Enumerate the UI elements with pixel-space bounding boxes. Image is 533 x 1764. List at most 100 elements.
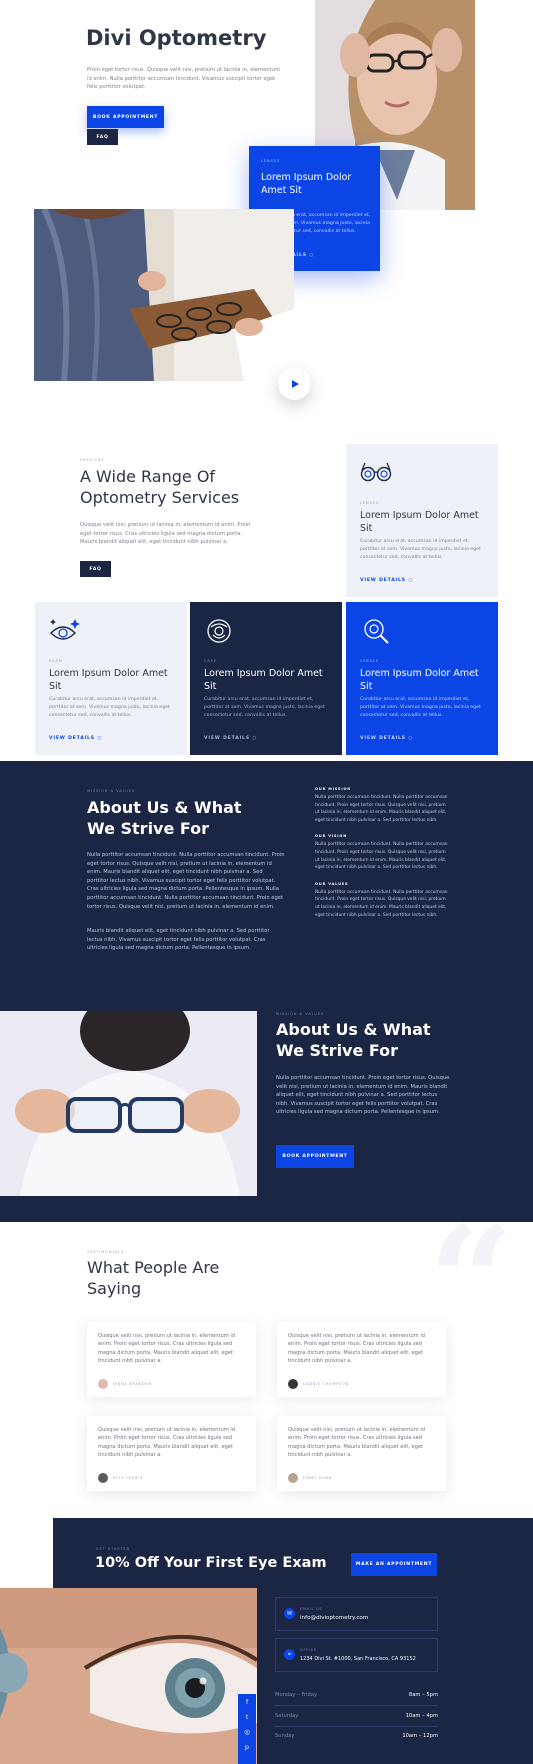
make-appointment-button[interactable]: MAKE AN APPOINTMENT [351,1553,437,1576]
office-label: OFFICE [300,1648,317,1652]
magnifier-icon [364,619,389,644]
pinterest-icon[interactable]: p [238,1739,256,1754]
about-section: MISSION & VALUES About Us & What We Stri… [0,761,533,1222]
testimonial-card: Quisque velit nisi, pretium ut lacinia i… [87,1322,256,1397]
facebook-icon[interactable]: f [238,1694,256,1709]
testimonial-name: KYLE FERRIS [113,1476,144,1480]
about-text-1: Nulla porttitor accumsan tincidunt. Null… [87,852,285,910]
about2-text: Nulla porttitor accumsan tincidunt. Proi… [276,1075,450,1116]
avatar [98,1473,108,1483]
service-card-title: Lorem Ipsum Dolor Amet Sit [204,668,323,692]
about-book-appointment-button[interactable]: BOOK APPOINTMENT [276,1145,354,1168]
service-card-eyebrow: LENSES [360,659,380,663]
service-card-lenses-2: LENSES Lorem Ipsum Dolor Amet Sit Curabi… [346,602,498,755]
about-text-2: Mauris blandit aliquet elit, eget tincid… [87,928,270,952]
twitter-icon[interactable]: t [238,1709,256,1724]
book-appointment-button[interactable]: BOOK APPOINTMENT [87,106,164,128]
circle-arrow-icon: ○ [408,736,414,741]
contact-lens-icon [207,619,231,643]
circle-arrow-icon: ○ [97,736,103,741]
hours-time: 10am – 12pm [402,1733,438,1739]
service-card-link[interactable]: VIEW DETAILS ○ [49,736,102,741]
testimonial-text: Quisque velit nisi, pretium ut lacinia i… [288,1333,425,1365]
instagram-icon[interactable]: ◎ [238,1724,256,1739]
hero-card-title: Lorem Ipsum Dolor Amet Sit [261,172,352,196]
map-pin-icon: ⌖ [284,1649,295,1660]
service-card-text: Curabitur arcu erat, accumsan id imperdi… [49,697,170,718]
cta-title: 10% Off Your First Eye Exam [95,1555,327,1571]
avatar [288,1473,298,1483]
hours-time: 8am – 5pm [408,1692,438,1698]
service-card-title: Lorem Ipsum Dolor Amet Sit [360,668,479,692]
glasses-held-photo [0,1011,257,1196]
testimonial-name: JENNA BRANDEN [113,1382,152,1386]
hours-row: Saturday 10am – 4pm [275,1707,438,1727]
avatar [288,1379,298,1389]
hero-title: Divi Optometry [86,26,267,50]
service-card-title: Lorem Ipsum Dolor Amet Sit [360,510,479,534]
hours-day: Sunday [275,1733,295,1739]
circle-arrow-icon: ○ [309,253,315,258]
email-label: EMAIL US [300,1607,323,1611]
testimonial-name: JIMMY DUNN [303,1476,333,1480]
testimonial-card: Quisque velit nisi, pretium ut lacinia i… [277,1322,446,1397]
service-card-text: Curabitur arcu erat, accumsan id imperdi… [360,697,481,718]
testimonial-card: Quisque velit nisi, pretium ut lacinia i… [277,1416,446,1491]
about-eyebrow: MISSION & VALUES [87,789,136,793]
office-address: 1234 Divi St. #1000, San Francisco, CA 9… [300,1656,416,1662]
about2-title: About Us & What We Strive For [276,1020,431,1060]
service-card-text: Curabitur arcu erat, accumsan id imperdi… [204,697,325,718]
service-card-lenses: LENSES Lorem Ipsum Dolor Amet Sit Curabi… [346,444,498,597]
vision-text: Nulla porttitor accumsan tincidunt. Null… [315,842,448,871]
service-card-text: Curabitur arcu erat, accumsan id imperdi… [360,539,481,560]
vision-label: OUR VISION [315,834,348,839]
office-box: ⌖ OFFICE 1234 Divi St. #1000, San Franci… [275,1638,438,1672]
email-box: ✉ EMAIL US info@divioptometry.com [275,1597,438,1631]
service-card-eyebrow: CARE [204,659,218,663]
values-label: OUR VALUES [315,881,349,886]
avatar [98,1379,108,1389]
testimonial-text: Quisque velit nisi, pretium ut lacinia i… [98,1333,235,1365]
service-card-exam: EXAM Lorem Ipsum Dolor Amet Sit Curabitu… [35,602,187,755]
mission-text: Nulla porttitor accumsan tincidunt. Null… [315,795,448,823]
hours-row: Monday – Friday 8am – 5pm [275,1686,438,1706]
services-text: Quisque velit nisi, pretium ut lacinia i… [80,522,251,546]
values-text: Nulla porttitor accumsan tincidunt. Null… [315,889,448,918]
services-eyebrow: SERVICES [80,458,105,462]
service-card-care: CARE Lorem Ipsum Dolor Amet Sit Curabitu… [190,602,342,755]
faq-button[interactable]: FAQ [87,129,118,145]
testimonial-name: DANNIE THOMPSON [303,1382,349,1386]
optician-photo [34,209,294,381]
services-faq-button[interactable]: FAQ [80,561,111,577]
eye-exam-icon [50,619,80,640]
service-card-eyebrow: LENSES [360,501,380,505]
testimonial-card: Quisque velit nisi, pretium ut lacinia i… [87,1416,256,1491]
mission-label: OUR MISSION [315,787,352,791]
envelope-icon: ✉ [284,1608,295,1619]
hero-text: Proin eget tortor risus. Quisque velit n… [87,67,280,91]
hero-card-eyebrow: LENSES [261,159,281,163]
eye-closeup-photo [0,1588,257,1764]
about2-eyebrow: MISSION & VALUES [276,1012,325,1016]
service-card-link[interactable]: VIEW DETAILS ○ [204,736,257,741]
about-blocks: OUR MISSION Nulla porttitor accumsan tin… [315,787,450,919]
service-card-link[interactable]: VIEW DETAILS ○ [360,736,413,741]
testimonial-text: Quisque velit nisi, pretium ut lacinia i… [98,1427,235,1459]
testimonials-eyebrow: TESTIMONIALS [87,1250,124,1254]
cta-eyebrow: GET STARTED [96,1547,131,1551]
hours-time: 10am – 4pm [405,1713,438,1719]
hours-day: Monday – Friday [275,1692,318,1698]
service-card-title: Lorem Ipsum Dolor Amet Sit [49,668,168,692]
service-card-link[interactable]: VIEW DETAILS ○ [360,578,413,583]
email-link[interactable]: info@divioptometry.com [300,1615,368,1621]
glasses-icon [360,462,392,482]
testimonial-text: Quisque velit nisi, pretium ut lacinia i… [288,1427,425,1459]
play-video-button[interactable] [278,367,311,400]
circle-arrow-icon: ○ [252,736,258,741]
hours-day: Saturday [275,1713,299,1719]
about-title: About Us & What We Strive For [87,798,242,838]
testimonials-title: What People Are Saying [87,1258,220,1298]
services-title: A Wide Range Of Optometry Services [80,467,240,507]
circle-arrow-icon: ○ [408,578,414,583]
hours-row: Sunday 10am – 12pm [275,1727,438,1747]
